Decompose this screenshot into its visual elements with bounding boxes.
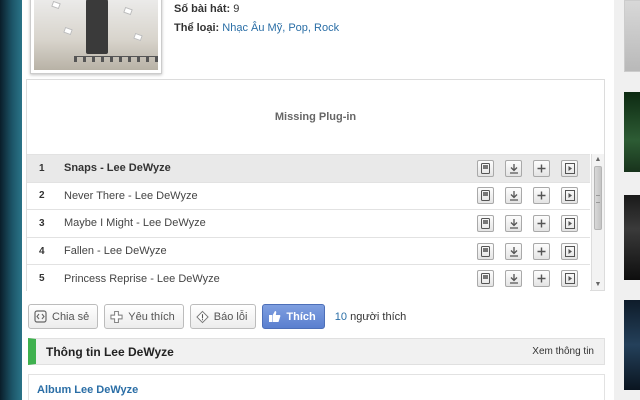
like-count-number[interactable]: 10 xyxy=(335,311,347,323)
add-icon[interactable] xyxy=(533,270,550,288)
track-number: 2 xyxy=(39,190,45,202)
like-label: Thích xyxy=(286,310,316,323)
play-page-icon[interactable] xyxy=(561,159,578,177)
right-sidebar xyxy=(614,0,640,400)
track-title[interactable]: Fallen - Lee DeWyze xyxy=(57,245,477,257)
scroll-up-arrow-icon[interactable]: ▲ xyxy=(592,154,604,165)
like-button[interactable]: Thích xyxy=(262,304,325,329)
download-icon[interactable] xyxy=(505,159,522,177)
scroll-down-arrow-icon[interactable]: ▼ xyxy=(592,279,604,290)
track-title[interactable]: Snaps - Lee DeWyze xyxy=(57,162,477,174)
add-icon[interactable] xyxy=(533,159,550,177)
add-icon[interactable] xyxy=(533,214,550,232)
track-actions xyxy=(477,187,590,205)
scrollbar-thumb[interactable] xyxy=(594,166,602,230)
missing-plugin-text: Missing Plug-in xyxy=(274,111,357,123)
play-page-icon[interactable] xyxy=(561,270,578,288)
track-title[interactable]: Princess Reprise - Lee DeWyze xyxy=(57,273,477,285)
playlist-scrollbar[interactable]: ▲ ▼ xyxy=(591,154,604,290)
download-icon[interactable] xyxy=(505,242,522,260)
album-cover-image xyxy=(34,0,158,70)
favorite-label: Yêu thích xyxy=(128,310,175,323)
track-actions xyxy=(477,159,590,177)
share-button[interactable]: Chia sẻ xyxy=(28,304,99,329)
play-page-icon[interactable] xyxy=(561,214,578,232)
sidebar-thumbnail[interactable] xyxy=(624,0,640,72)
music-player: Missing Plug-in 1 Snaps - Lee DeWyze 2 Neve… xyxy=(26,79,605,292)
album-cover[interactable] xyxy=(30,0,162,74)
download-icon[interactable] xyxy=(505,187,522,205)
phone-icon[interactable] xyxy=(477,214,494,232)
genre-label: Thể loại: xyxy=(174,22,220,34)
download-icon[interactable] xyxy=(505,214,522,232)
plugin-area[interactable]: Missing Plug-in xyxy=(27,80,604,154)
playlist-track[interactable]: 3 Maybe I Might - Lee DeWyze xyxy=(27,209,590,237)
artist-info-title: Thông tin Lee DeWyze xyxy=(46,344,174,359)
track-title[interactable]: Maybe I Might - Lee DeWyze xyxy=(57,217,477,229)
track-actions xyxy=(477,270,590,288)
sidebar-thumbnail[interactable] xyxy=(624,92,640,172)
plus-icon xyxy=(110,310,123,323)
artist-albums-box: Album Lee DeWyze xyxy=(28,374,605,400)
playlist: 1 Snaps - Lee DeWyze 2 Never There - Lee De… xyxy=(27,154,590,292)
artist-albums-title[interactable]: Album Lee DeWyze xyxy=(37,384,138,396)
album-meta: Số bài hát: 9 Thể loại: Nhạc Âu Mỹ, Pop,… xyxy=(174,0,339,38)
like-count: 10 người thích xyxy=(335,311,406,323)
view-info-link[interactable]: Xem thông tin xyxy=(532,346,594,357)
genre-links[interactable]: Nhạc Âu Mỹ, Pop, Rock xyxy=(222,22,339,34)
playlist-track[interactable]: 1 Snaps - Lee DeWyze xyxy=(27,154,590,182)
sidebar-thumbnail[interactable] xyxy=(624,300,640,390)
track-number: 1 xyxy=(39,162,45,174)
report-button[interactable]: Báo lỗi xyxy=(189,304,257,329)
phone-icon[interactable] xyxy=(477,242,494,260)
play-page-icon[interactable] xyxy=(561,187,578,205)
song-count-row: Số bài hát: 9 xyxy=(174,0,339,19)
phone-icon[interactable] xyxy=(477,159,494,177)
share-icon xyxy=(34,310,47,323)
like-count-suffix: người thích xyxy=(350,310,407,323)
share-label: Chia sẻ xyxy=(52,310,90,323)
playlist-track[interactable]: 4 Fallen - Lee DeWyze xyxy=(27,236,590,265)
favorite-button[interactable]: Yêu thích xyxy=(104,304,184,329)
track-actions xyxy=(477,214,590,232)
page-background-left xyxy=(0,0,22,400)
song-count-label: Số bài hát: xyxy=(174,3,231,15)
social-actions: Chia sẻ Yêu thích Báo lỗi Thích 10 người… xyxy=(28,304,406,329)
thumbs-up-icon xyxy=(268,310,281,323)
artist-info-bar: Thông tin Lee DeWyze Xem thông tin xyxy=(28,338,605,365)
report-label: Báo lỗi xyxy=(213,310,248,323)
track-actions xyxy=(477,242,590,260)
song-count-value: 9 xyxy=(233,3,240,15)
phone-icon[interactable] xyxy=(477,187,494,205)
track-title[interactable]: Never There - Lee DeWyze xyxy=(57,190,477,202)
track-number: 4 xyxy=(39,245,45,257)
track-number: 5 xyxy=(39,273,45,285)
add-icon[interactable] xyxy=(533,242,550,260)
sidebar-thumbnail[interactable] xyxy=(624,195,640,280)
warning-icon xyxy=(196,310,209,323)
genre-row: Thể loại: Nhạc Âu Mỹ, Pop, Rock xyxy=(174,19,339,38)
main-content: Số bài hát: 9 Thể loại: Nhạc Âu Mỹ, Pop,… xyxy=(22,0,614,400)
phone-icon[interactable] xyxy=(477,270,494,288)
download-icon[interactable] xyxy=(505,270,522,288)
add-icon[interactable] xyxy=(533,187,550,205)
playlist-track[interactable]: 2 Never There - Lee DeWyze xyxy=(27,181,590,210)
play-page-icon[interactable] xyxy=(561,242,578,260)
track-number: 3 xyxy=(39,217,45,229)
playlist-track[interactable]: 5 Princess Reprise - Lee DeWyze xyxy=(27,264,590,292)
